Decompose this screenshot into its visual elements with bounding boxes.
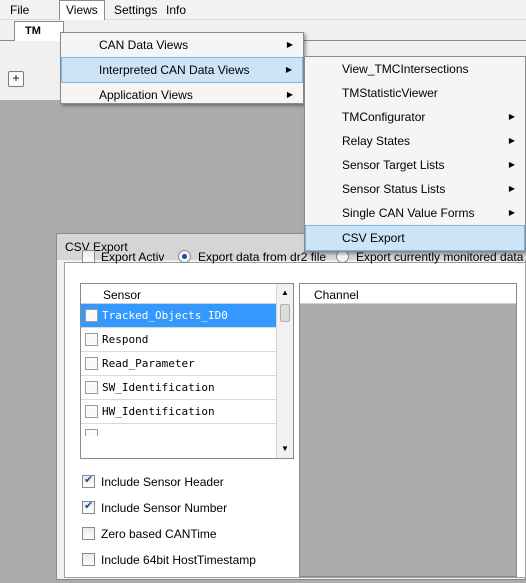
submenu-arrow-icon: ▶ [508, 160, 515, 169]
submenu-arrow-icon: ▶ [285, 65, 292, 74]
submenu-arrow-icon: ▶ [508, 112, 515, 121]
sensor-table[interactable]: Sensor Tracked_Objects_ID0 Respond Read_… [80, 283, 294, 459]
menu-item-application-views[interactable]: Application Views ▶ [61, 83, 303, 107]
export-activ-label: Export Activ [101, 250, 165, 264]
include-sensor-number-label: Include Sensor Number [101, 501, 228, 515]
menu-item-label: Sensor Target Lists [342, 158, 445, 172]
include-sensor-header-checkbox[interactable] [82, 473, 95, 488]
submenu-arrow-icon: ▶ [286, 90, 293, 99]
zero-based-cantime-label: Zero based CANTime [101, 527, 217, 541]
sensor-table-header: Sensor [81, 284, 276, 304]
row-checkbox[interactable] [85, 405, 98, 418]
row-checkbox[interactable] [85, 357, 98, 370]
menu-item-label: TMStatisticViewer [342, 86, 438, 100]
sensor-column-header: Sensor [103, 288, 142, 302]
radio-export-dr2-label: Export data from dr2 file [198, 250, 327, 264]
menu-item-can-data-views[interactable]: CAN Data Views ▶ [61, 33, 303, 57]
submenu-arrow-icon: ▶ [508, 208, 515, 217]
menu-item-csv-export[interactable]: CSV Export [305, 225, 525, 251]
include-host-timestamp-checkbox[interactable] [82, 553, 95, 566]
menu-item-sensor-status-lists[interactable]: Sensor Status Lists ▶ [305, 177, 525, 201]
menu-item-label: Relay States [342, 134, 411, 148]
submenu-arrow-icon: ▶ [508, 184, 515, 193]
menu-views[interactable]: Views [59, 0, 105, 20]
table-row[interactable]: Respond [81, 328, 277, 352]
table-row[interactable] [81, 424, 277, 458]
menu-item-label: Single CAN Value Forms [342, 206, 475, 220]
menu-item-tmconfigurator[interactable]: TMConfigurator ▶ [305, 105, 525, 129]
menu-item-label: CAN Data Views [99, 38, 189, 52]
include-sensor-header-label: Include Sensor Header [101, 475, 224, 489]
menu-item-label: Application Views [99, 88, 193, 102]
tab-tm[interactable]: TM [14, 21, 64, 41]
sensor-name: SW_Identification [102, 381, 215, 394]
menu-file[interactable]: File [4, 0, 35, 20]
menu-item-sensor-target-lists[interactable]: Sensor Target Lists ▶ [305, 153, 525, 177]
channel-table[interactable]: Channel [299, 283, 517, 577]
add-button[interactable]: + [8, 71, 24, 87]
channel-table-header: Channel [300, 284, 516, 304]
include-host-timestamp-label: Include 64bit HostTimestamp [101, 553, 256, 567]
menu-item-tmstatisticviewer[interactable]: TMStatisticViewer [305, 81, 525, 105]
table-row[interactable]: Read_Parameter [81, 352, 277, 376]
menu-settings[interactable]: Settings [108, 0, 163, 20]
row-checkbox[interactable] [85, 381, 98, 394]
export-activ-checkbox[interactable] [82, 250, 95, 263]
sensor-scrollbar[interactable]: ▲ ▼ [276, 284, 293, 458]
menu-info[interactable]: Info [160, 0, 192, 20]
menu-item-label: Sensor Status Lists [342, 182, 446, 196]
scroll-up-icon[interactable]: ▲ [281, 288, 289, 297]
menu-item-view-tmcintersections[interactable]: View_TMCIntersections [305, 57, 525, 81]
sensor-name: HW_Identification [102, 405, 215, 418]
table-row[interactable]: Tracked_Objects_ID0 [81, 304, 277, 328]
menu-item-relay-states[interactable]: Relay States ▶ [305, 129, 525, 153]
table-row[interactable]: SW_Identification [81, 376, 277, 400]
table-row[interactable]: HW_Identification [81, 400, 277, 424]
submenu-arrow-icon: ▶ [508, 136, 515, 145]
menu-item-label: CSV Export [342, 231, 405, 245]
menu-item-single-can-value-forms[interactable]: Single CAN Value Forms ▶ [305, 201, 525, 225]
menu-item-label: Interpreted CAN Data Views [99, 63, 250, 77]
interpreted-can-submenu: View_TMCIntersections TMStatisticViewer … [304, 56, 526, 252]
sensor-name: Tracked_Objects_ID0 [102, 309, 228, 322]
row-checkbox[interactable] [85, 429, 98, 436]
submenu-arrow-icon: ▶ [286, 40, 293, 49]
zero-based-cantime-checkbox[interactable] [82, 527, 95, 540]
include-sensor-number-checkbox[interactable] [82, 499, 95, 514]
radio-export-monitored-label: Export currently monitored data [356, 250, 524, 264]
row-checkbox[interactable] [85, 333, 98, 346]
radio-export-dr2[interactable] [178, 250, 191, 263]
views-dropdown-menu: CAN Data Views ▶ Interpreted CAN Data Vi… [60, 32, 304, 104]
scroll-down-icon[interactable]: ▼ [281, 444, 289, 453]
menu-item-interpreted-can-data-views[interactable]: Interpreted CAN Data Views ▶ [61, 57, 303, 83]
row-checkbox[interactable] [85, 309, 98, 322]
scroll-thumb[interactable] [280, 304, 290, 322]
sensor-name: Read_Parameter [102, 357, 195, 370]
channel-column-header: Channel [314, 288, 359, 302]
sensor-name: Respond [102, 333, 149, 346]
menu-item-label: View_TMCIntersections [342, 62, 469, 76]
menu-item-label: TMConfigurator [342, 110, 426, 124]
